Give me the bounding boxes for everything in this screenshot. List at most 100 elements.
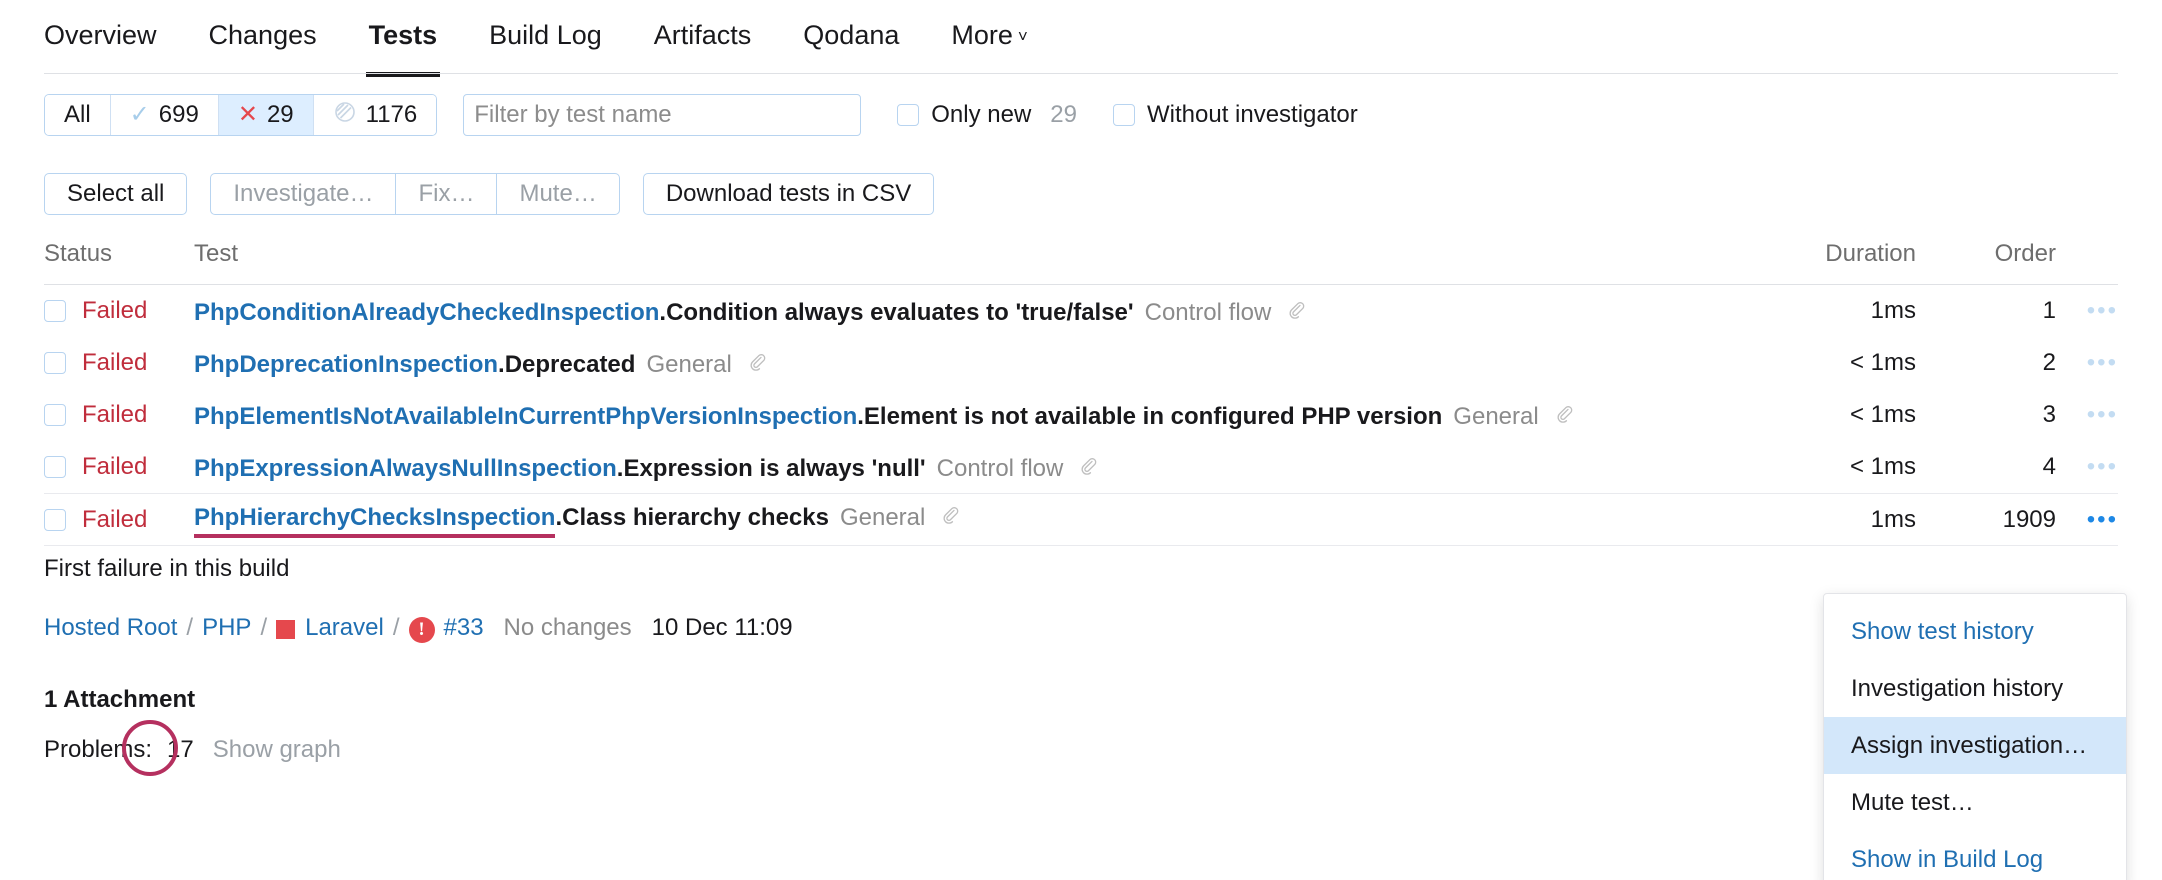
test-group: Control flow [1144,298,1272,326]
investigate-button[interactable]: Investigate… [210,173,396,215]
build-tabs: Overview Changes Tests Build Log Artifac… [0,0,2162,78]
status-badge: Failed [82,401,148,428]
only-new-checkbox[interactable]: Only new 29 [897,101,1077,129]
status-filter-group: All ✓ 699 ✕ 29 1176 [44,94,438,136]
paperclip-icon[interactable] [1552,402,1576,433]
filter-all-label: All [64,101,91,128]
menu-item-show-in-build-log[interactable]: Show in Build Log [1824,831,2126,880]
ellipsis-icon[interactable]: ••• [2087,453,2118,480]
test-group: Control flow [936,454,1064,482]
row-order: 2 [2042,349,2056,376]
table-row: Failed PhpElementIsNotAvailableInCurrent… [44,389,2118,441]
breadcrumb-build-number[interactable]: #33 [444,614,484,642]
paperclip-icon[interactable] [938,503,962,534]
header-status: Status [44,240,113,267]
tab-label: More [951,20,1013,50]
row-status: Failed [44,506,194,534]
tab-label: Build Log [489,20,602,50]
row-checkbox[interactable] [44,404,66,426]
tests-tab-page: Overview Changes Tests Build Log Artifac… [0,0,2162,880]
filter-row: All ✓ 699 ✕ 29 1176 Filter by test name … [44,94,1358,136]
paperclip-icon[interactable] [1076,454,1100,485]
select-all-button[interactable]: Select all [44,173,188,215]
row-duration: < 1ms [1849,401,1916,428]
test-class-link[interactable]: PhpExpressionAlwaysNullInspection [194,455,617,483]
paperclip-icon[interactable] [745,350,769,381]
test-class-link[interactable]: PhpElementIsNotAvailableInCurrentPhpVers… [194,403,857,431]
download-csv-button[interactable]: Download tests in CSV [642,173,935,215]
test-class-link[interactable]: PhpConditionAlreadyCheckedInspection [194,299,659,327]
row-status: Failed [44,453,194,481]
status-badge: Failed [82,453,148,480]
checkbox-box[interactable] [1113,104,1135,126]
test-separator: . [857,402,864,430]
filter-failed[interactable]: ✕ 29 [218,95,314,135]
row-checkbox[interactable] [44,352,66,374]
only-new-count: 29 [1050,101,1077,128]
ellipsis-icon[interactable]: ••• [2087,401,2118,428]
tab-build-log[interactable]: Build Log [489,0,602,49]
menu-item-mute-test[interactable]: Mute test… [1824,774,2126,831]
error-exclamation-icon: ! [408,617,435,643]
breadcrumb-root[interactable]: Hosted Root [44,614,177,642]
row-menu-cell: ••• [2056,297,2118,325]
tab-changes[interactable]: Changes [209,0,317,49]
tab-artifacts[interactable]: Artifacts [654,0,752,49]
test-group: General [646,350,732,378]
header-duration: Duration [1825,240,1916,267]
row-checkbox[interactable] [44,456,66,478]
test-group: General [1453,402,1539,430]
no-changes-label: No changes [503,614,632,641]
without-investigator-checkbox[interactable]: Without investigator [1113,101,1358,129]
header-order: Order [1994,240,2056,267]
search-input[interactable] [463,94,862,136]
problems-label: Problems: [44,736,153,763]
tab-qodana[interactable]: Qodana [803,0,899,49]
status-badge: Failed [82,349,148,376]
tab-more[interactable]: More ˅ [951,0,1027,49]
test-class-link[interactable]: PhpHierarchyChecksInspection [194,504,556,538]
status-badge: Failed [82,297,148,324]
attachment-title: 1 Attachment [44,686,196,713]
row-status: Failed [44,401,194,429]
table-row: Failed PhpDeprecationInspection. Deprecat… [44,337,2118,389]
row-status: Failed [44,297,194,325]
tab-tests[interactable]: Tests [365,0,440,77]
ellipsis-icon[interactable]: ••• [2087,506,2118,533]
without-investigator-label: Without investigator [1147,101,1358,128]
paperclip-icon[interactable] [1284,298,1308,329]
breadcrumb-project[interactable]: PHP [202,614,251,642]
filter-ignored[interactable]: 1176 [313,95,437,135]
check-icon: ✓ [129,101,150,128]
status-badge: Failed [82,505,148,533]
row-test: PhpExpressionAlwaysNullInspection. Expres… [194,452,1706,483]
first-failure-label: First failure in this build [44,555,290,582]
mute-button[interactable]: Mute… [496,173,620,215]
breadcrumb: Hosted Root / PHP / Laravel / ! #33 No c… [44,614,1644,643]
ellipsis-icon[interactable]: ••• [2087,297,2118,324]
fix-button[interactable]: Fix… [395,173,497,215]
menu-item-show-test-history[interactable]: Show test history [1824,603,2126,660]
test-description: Class hierarchy checks [562,504,829,531]
row-order: 1909 [2002,505,2056,533]
row-menu-cell: ••• [2056,453,2118,481]
menu-item-assign-investigation[interactable]: Assign investigation… [1824,717,2126,774]
show-graph-link[interactable]: Show graph [213,736,341,764]
menu-item-investigation-history[interactable]: Investigation history [1824,660,2126,717]
filter-failed-count: 29 [266,101,294,128]
row-checkbox[interactable] [44,300,66,322]
row-checkbox[interactable] [44,508,66,531]
row-menu-cell: ••• [2056,401,2118,429]
breadcrumb-build-config[interactable]: Laravel [305,614,384,642]
build-timestamp: 10 Dec 11:09 [651,614,793,641]
row-order: 1 [2042,297,2056,324]
filter-passed[interactable]: ✓ 699 [110,95,219,135]
checkbox-box[interactable] [897,104,920,126]
row-order: 3 [2042,401,2056,428]
tab-overview[interactable]: Overview [44,0,157,49]
test-class-link[interactable]: PhpDeprecationInspection [194,351,498,379]
ellipsis-icon[interactable]: ••• [2087,349,2118,376]
test-separator: . [616,454,624,482]
filter-all[interactable]: All [45,95,111,135]
test-group: General [839,504,926,531]
